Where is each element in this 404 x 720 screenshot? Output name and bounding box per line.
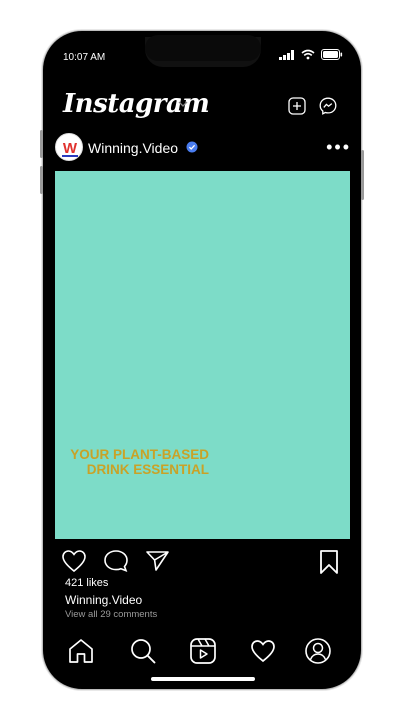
status-time: 10:07 AM	[63, 52, 106, 63]
post-author[interactable]: Winning.Video	[88, 140, 178, 156]
comment-icon[interactable]	[103, 549, 129, 573]
power-button	[361, 150, 364, 200]
post-actions	[61, 549, 341, 577]
view-comments-link[interactable]: View all 29 comments	[65, 609, 157, 620]
winning-video-logo-icon: W	[62, 140, 78, 157]
post-header: W Winning.Video •••	[55, 133, 351, 163]
chevron-down-icon[interactable]	[178, 101, 188, 108]
likes-count[interactable]: 421 likes	[65, 577, 108, 589]
heart-icon[interactable]	[61, 549, 87, 573]
new-post-icon[interactable]	[288, 97, 306, 115]
wifi-icon	[301, 49, 315, 60]
avatar-letter: W	[63, 140, 78, 157]
more-options-icon[interactable]: •••	[326, 137, 351, 158]
app-header: Instagram	[61, 89, 345, 125]
home-icon[interactable]	[67, 637, 95, 665]
status-icons	[279, 49, 343, 60]
bottom-tab-bar	[63, 633, 343, 669]
phone-notch	[145, 35, 261, 67]
messenger-icon[interactable]	[319, 97, 337, 115]
signal-icon	[279, 49, 294, 60]
battery-icon	[321, 49, 343, 60]
share-icon[interactable]	[145, 549, 171, 573]
home-indicator[interactable]	[151, 677, 255, 681]
volume-down-button	[40, 166, 43, 194]
profile-icon[interactable]	[304, 637, 332, 665]
verified-badge-icon	[186, 141, 198, 153]
bookmark-icon[interactable]	[319, 549, 339, 575]
phone-frame: 10:07 AM Instagram W Winning.Video ••• Y…	[42, 30, 362, 690]
reels-icon[interactable]	[189, 637, 217, 665]
post-tagline: YOUR PLANT-BASED DRINK ESSENTIAL	[59, 447, 209, 477]
avatar[interactable]: W	[55, 133, 83, 161]
volume-up-button	[40, 130, 43, 158]
post-media[interactable]: YOUR PLANT-BASED DRINK ESSENTIAL	[55, 171, 350, 539]
caption-username[interactable]: Winning.Video	[65, 593, 142, 607]
activity-icon[interactable]	[249, 637, 277, 665]
tagline-line-1: YOUR PLANT-BASED	[70, 447, 209, 462]
tagline-line-2: DRINK ESSENTIAL	[86, 462, 209, 477]
search-icon[interactable]	[129, 637, 157, 665]
